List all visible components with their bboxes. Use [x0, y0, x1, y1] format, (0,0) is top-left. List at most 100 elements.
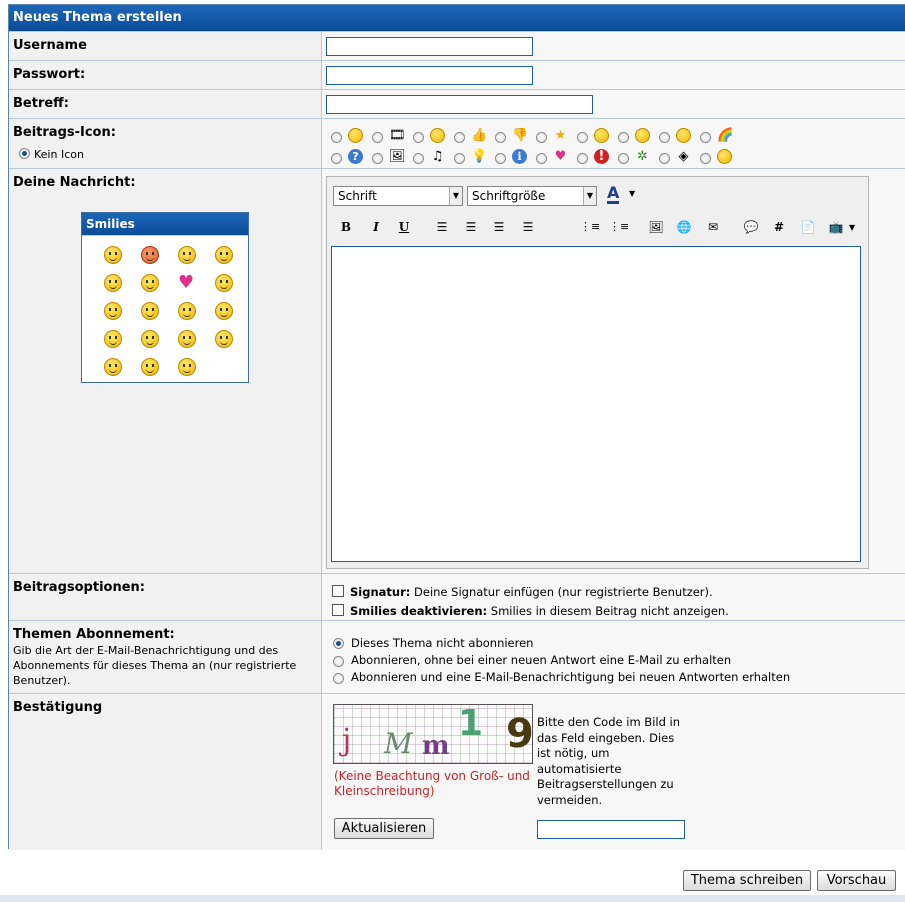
unsure-smiley-icon[interactable]: [178, 358, 196, 376]
cool-smiley-icon[interactable]: [104, 274, 122, 292]
smile-smiley-icon[interactable]: [215, 302, 233, 320]
eyes-smiley-icon[interactable]: [104, 358, 122, 376]
post-icon-radio[interactable]: [413, 153, 424, 164]
puzzled-smiley-icon[interactable]: [215, 274, 233, 292]
editor: Schrift ▼ Schriftgröße ▼ A ▼ B I U ☰ ☰ ☰ ☰…: [326, 176, 869, 569]
post-icon-radio[interactable]: [577, 153, 588, 164]
align-center-icon[interactable]: ☰: [462, 219, 480, 235]
post-icon-radio[interactable]: [659, 132, 670, 143]
confused-smiley-icon[interactable]: [178, 246, 196, 264]
question-icon: ?: [348, 149, 363, 164]
chevron-down-icon[interactable]: ▼: [849, 223, 855, 232]
email-icon[interactable]: ✉: [704, 219, 722, 235]
unordered-list-icon[interactable]: ⋮≡: [609, 219, 629, 235]
justify-icon[interactable]: ☰: [519, 219, 537, 235]
post-icon-radio[interactable]: [372, 153, 383, 164]
subscription-row: Themen Abonnement: Gib die Art der E-Mai…: [9, 620, 905, 693]
teeth-smiley-icon[interactable]: [178, 330, 196, 348]
rainbow-icon: 🌈: [717, 128, 734, 143]
preview-button[interactable]: Vorschau: [817, 870, 896, 891]
dizzy-smiley-icon[interactable]: [215, 246, 233, 264]
tongue-smiley-icon[interactable]: [215, 330, 233, 348]
captcha-char: m: [422, 731, 450, 761]
no-icon-radio[interactable]: [19, 148, 30, 159]
sleepy-smiley-icon[interactable]: [141, 302, 159, 320]
chevron-down-icon: ▼: [449, 187, 462, 205]
username-input[interactable]: [326, 37, 533, 56]
shocked-icon: [635, 128, 650, 143]
font-size-select[interactable]: Schriftgröße ▼: [467, 186, 597, 206]
post-icon-radio[interactable]: [495, 153, 506, 164]
film-icon: 🎞: [389, 128, 406, 143]
link-icon[interactable]: 🌐: [675, 219, 693, 235]
post-icon-radio[interactable]: [454, 153, 465, 164]
php-icon[interactable]: 📄: [799, 219, 817, 235]
message-textarea[interactable]: [331, 246, 861, 562]
password-input[interactable]: [326, 66, 533, 85]
code-icon[interactable]: #: [770, 219, 788, 235]
signature-checkbox[interactable]: [332, 585, 344, 597]
post-icon-radio[interactable]: [700, 132, 711, 143]
sub-option-3-radio[interactable]: [333, 673, 344, 684]
sub-option-1-radio[interactable]: [333, 638, 344, 649]
subscription-label: Themen Abonnement:: [13, 627, 175, 642]
post-icon-radio[interactable]: [618, 153, 629, 164]
captcha-input[interactable]: [537, 820, 685, 839]
post-icon-radio[interactable]: [659, 153, 670, 164]
italic-button[interactable]: I: [367, 219, 385, 235]
post-icon-radio[interactable]: [495, 132, 506, 143]
cube-icon: ◈: [678, 149, 689, 164]
align-left-icon[interactable]: ☰: [433, 219, 451, 235]
username-label: Username: [13, 38, 87, 53]
happy-icon: [594, 128, 609, 143]
bug-icon: ✲: [637, 149, 648, 164]
media-icon[interactable]: 📺: [827, 219, 845, 235]
exclamation-smiley-icon[interactable]: [141, 274, 159, 292]
angel-smiley-icon[interactable]: [104, 246, 122, 264]
disable-smilies-label: Smilies deaktivieren:: [350, 604, 488, 618]
disable-smilies-checkbox[interactable]: [332, 604, 344, 616]
hmm-smiley-icon[interactable]: [178, 302, 196, 320]
font-select[interactable]: Schrift ▼: [333, 186, 463, 206]
post-icon-radio[interactable]: [331, 132, 342, 143]
sad-icon: [676, 128, 691, 143]
star-icon: ★: [554, 128, 567, 143]
options-label: Beitragsoptionen:: [13, 580, 145, 595]
angry-smiley-icon[interactable]: [141, 246, 159, 264]
heart-icon[interactable]: ♥: [178, 274, 194, 292]
submit-thread-button[interactable]: Thema schreiben: [683, 870, 811, 891]
subject-input[interactable]: [326, 95, 593, 114]
blush-smiley-icon[interactable]: [141, 358, 159, 376]
quote-icon[interactable]: 💬: [742, 219, 760, 235]
post-icon-radio[interactable]: [372, 132, 383, 143]
captcha-char: 1: [458, 704, 484, 744]
post-icon-radio[interactable]: [700, 153, 711, 164]
sunglasses-smiley-icon[interactable]: [141, 330, 159, 348]
music-icon: ♫: [431, 149, 444, 164]
post-icon-row: Beitrags-Icon: Kein Icon 🎞 👍 👎 ★ 🌈? 🖼 ♫ 💡 ℹ ♥! ✲ ◈: [9, 118, 905, 168]
idea-smiley-icon[interactable]: [104, 302, 122, 320]
post-icon-radio[interactable]: [536, 153, 547, 164]
post-icon-radio[interactable]: [454, 132, 465, 143]
post-icon-radio[interactable]: [331, 153, 342, 164]
underline-button[interactable]: U: [395, 219, 413, 235]
post-icon-radio[interactable]: [413, 132, 424, 143]
font-color-button[interactable]: A: [607, 185, 620, 204]
sub-option-2-radio[interactable]: [333, 656, 344, 667]
ordered-list-icon[interactable]: ⋮≡: [580, 219, 600, 235]
post-icon-radio[interactable]: [577, 132, 588, 143]
sub-option-3-label: Abonnieren und eine E-Mail-Benachrichtig…: [351, 670, 791, 684]
subscription-description: Gib die Art der E-Mail-Benachrichtigung …: [13, 644, 297, 687]
picture-icon: 🖼: [389, 149, 406, 164]
grin-smiley-icon[interactable]: [104, 330, 122, 348]
image-icon[interactable]: 🖼: [647, 219, 665, 235]
bold-button[interactable]: B: [337, 219, 355, 235]
post-icon-radio[interactable]: [618, 132, 629, 143]
smilies-title: Smilies: [82, 213, 248, 235]
align-right-icon[interactable]: ☰: [490, 219, 508, 235]
info-icon: ℹ: [512, 149, 527, 164]
disable-smilies-text: Smilies in diesem Beitrag nicht anzeigen…: [490, 604, 729, 618]
chevron-down-icon[interactable]: ▼: [629, 189, 635, 198]
refresh-captcha-button[interactable]: Aktualisieren: [334, 818, 434, 839]
post-icon-radio[interactable]: [536, 132, 547, 143]
